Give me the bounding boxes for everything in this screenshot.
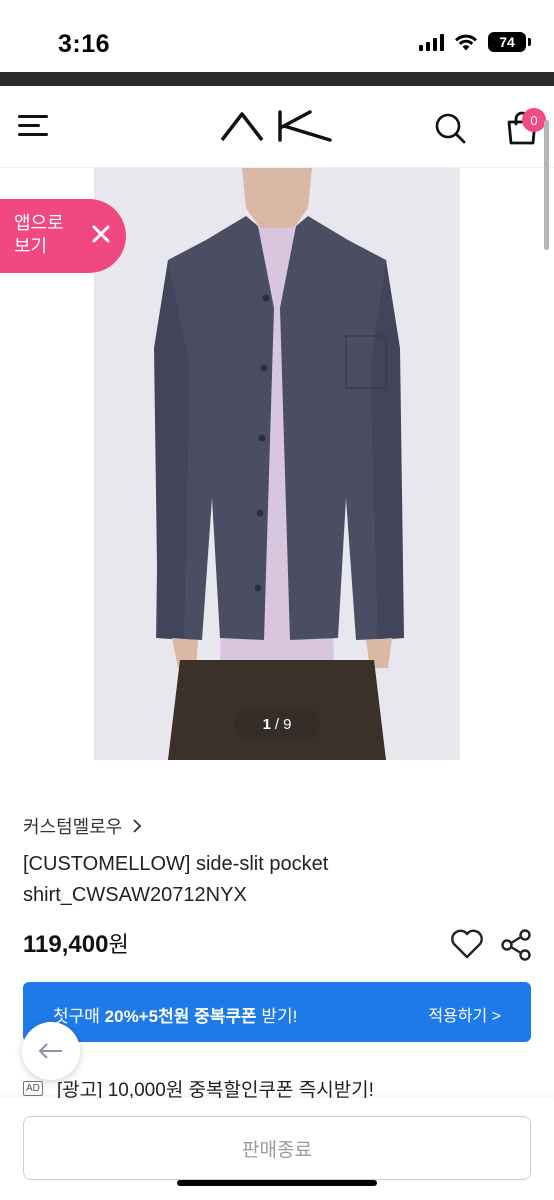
- back-button[interactable]: [22, 1022, 80, 1080]
- brand-link[interactable]: 커스텀멜로우: [23, 813, 142, 839]
- hamburger-menu-icon[interactable]: [18, 112, 48, 138]
- wifi-icon: [455, 34, 477, 51]
- site-header: [0, 86, 554, 168]
- cart-count-badge: 0: [522, 108, 546, 132]
- product-title: [CUSTOMELLOW] side-slit pocket shirt_CWS…: [23, 853, 329, 906]
- open-in-app-label: 앱으로 보기: [14, 213, 64, 256]
- close-icon[interactable]: [90, 223, 112, 245]
- share-icon[interactable]: [500, 928, 532, 962]
- pager-separator: /: [274, 715, 280, 733]
- coupon-text-highlight: 20%+5천원 중복쿠폰: [104, 1007, 257, 1026]
- browser-divider: [0, 72, 554, 86]
- search-icon[interactable]: [432, 110, 468, 146]
- price-unit: 원: [108, 932, 129, 957]
- battery-level: 74: [499, 34, 515, 50]
- open-in-app-banner[interactable]: 앱으로 보기: [0, 199, 126, 273]
- coupon-apply-link[interactable]: 적용하기 >: [428, 1002, 501, 1026]
- ak-logo[interactable]: [218, 106, 338, 146]
- status-time: 3:16: [58, 30, 111, 58]
- first-purchase-coupon-banner[interactable]: 첫구매 20%+5천원 중복쿠폰 받기! 적용하기 >: [23, 982, 531, 1042]
- home-indicator: [177, 1180, 377, 1186]
- product-price: 119,400원: [23, 927, 129, 959]
- pager-current: 1: [262, 715, 271, 733]
- price-amount: 119,400: [23, 931, 109, 958]
- arrow-left-icon: [38, 1043, 62, 1059]
- status-bar: 3:16 74: [0, 0, 554, 72]
- chevron-right-icon: [133, 819, 142, 833]
- image-pager: 1 / 9: [234, 709, 320, 739]
- cellular-signal-icon: [419, 33, 444, 51]
- heart-icon[interactable]: [450, 928, 484, 960]
- product-image[interactable]: [94, 168, 460, 760]
- sold-out-button[interactable]: 판매종료: [23, 1116, 531, 1180]
- scrollbar[interactable]: [544, 120, 549, 250]
- ad-badge: AD: [23, 1081, 43, 1096]
- coupon-text-suffix: 받기!: [256, 1007, 298, 1026]
- brand-name: 커스텀멜로우: [23, 817, 123, 837]
- battery-icon: 74: [488, 32, 531, 52]
- pager-total: 9: [283, 715, 292, 733]
- status-icons: 74: [419, 32, 531, 52]
- coupon-text: 첫구매 20%+5천원 중복쿠폰 받기!: [53, 1002, 297, 1027]
